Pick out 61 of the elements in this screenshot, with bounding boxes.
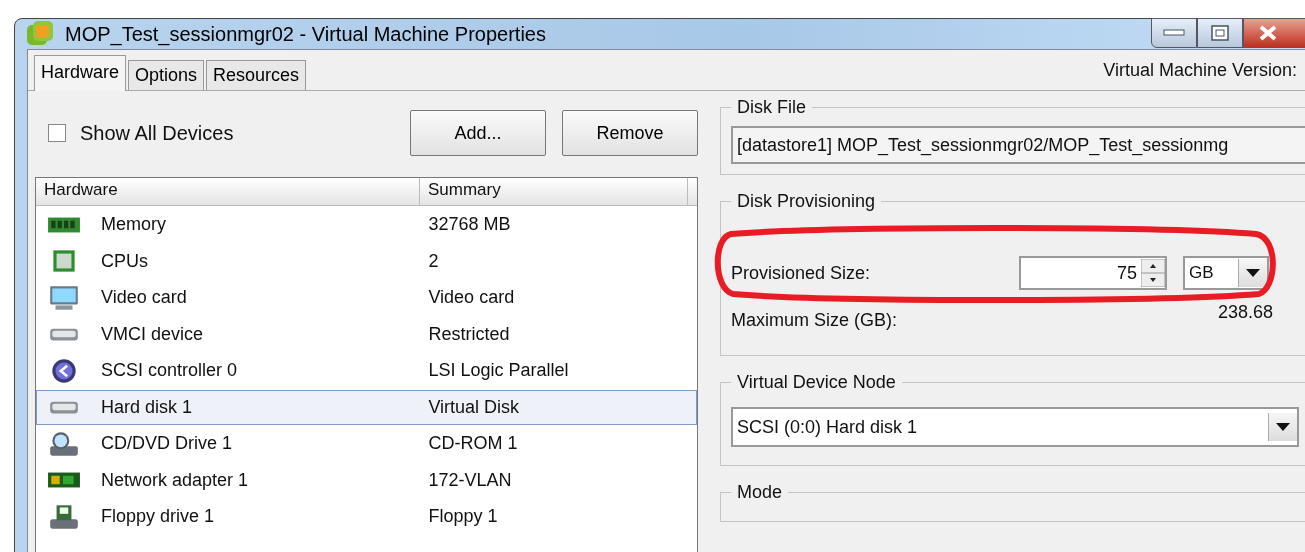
- add-button[interactable]: Add...: [410, 110, 546, 156]
- table-row[interactable]: SCSI controller 0 LSI Logic Parallel: [36, 353, 697, 389]
- table-row[interactable]: Hard disk 1 Virtual Disk: [36, 389, 697, 425]
- group-title: Mode: [736, 482, 784, 503]
- table-cell-text: Virtual Disk: [427, 396, 521, 418]
- caret-icon: [1276, 423, 1290, 431]
- table-cell-text: 32768 MB: [427, 214, 512, 236]
- table-row[interactable]: Network adapter 1 172-VLAN: [36, 462, 697, 498]
- table-cell: Floppy drive 1: [101, 506, 215, 528]
- table-cell-text: Restricted: [427, 323, 511, 345]
- table-cell-text: Floppy 1: [427, 506, 499, 528]
- table-row[interactable]: VMCI device Restricted: [36, 316, 697, 352]
- minimize-icon: [1163, 29, 1185, 37]
- table-cell: SCSI controller 0: [101, 360, 238, 382]
- group-title: Virtual Device Node: [736, 372, 897, 393]
- tab[interactable]: Options: [128, 60, 205, 90]
- maximize-icon: [1211, 25, 1229, 41]
- table-cell-text: CD-ROM 1: [427, 433, 519, 455]
- size-spinbox[interactable]: 75: [1019, 256, 1167, 290]
- table-cell-text: 172-VLAN: [427, 469, 513, 491]
- table-cell-text: Video card: [427, 287, 516, 309]
- field-label: Maximum Size (GB):: [731, 310, 898, 331]
- table-cell: Network adapter 1: [101, 469, 249, 491]
- close-icon: [1258, 24, 1278, 42]
- table-cell-text: LSI Logic Parallel: [427, 360, 570, 382]
- table-cell: CD/DVD Drive 1: [101, 433, 233, 455]
- spinner-icon[interactable]: [1141, 259, 1165, 287]
- tab[interactable]: Hardware: [34, 55, 127, 91]
- table-row[interactable]: Memory 32768 MB: [36, 207, 697, 243]
- table-row[interactable]: CPUs 2: [36, 243, 697, 279]
- device-node-dropdown[interactable]: SCSI (0:0) Hard disk 1: [731, 407, 1299, 447]
- checkbox-label: Show All Devices: [80, 121, 234, 145]
- group-title: Disk Provisioning: [736, 191, 877, 212]
- table-row[interactable]: Video card Video card: [36, 280, 697, 316]
- minimize-button[interactable]: [1151, 18, 1197, 48]
- column-header[interactable]: Hardware: [36, 178, 420, 205]
- table-row[interactable]: CD/DVD Drive 1 CD-ROM 1: [36, 426, 697, 462]
- table-row[interactable]: Floppy drive 1 Floppy 1: [36, 499, 697, 535]
- version-label: Virtual Machine Version:: [1103, 59, 1297, 81]
- tab[interactable]: Resources: [206, 60, 307, 90]
- table-cell: Memory: [101, 214, 166, 236]
- checkbox[interactable]: [48, 124, 66, 142]
- table-cell: VMCI device: [101, 323, 204, 345]
- field-value: 238.68: [1217, 302, 1273, 324]
- disk-file-field[interactable]: [datastore1] MOP_Test_sessionmgr02/MOP_Test_sessionmg: [731, 126, 1305, 164]
- table-cell: Video card: [101, 287, 187, 309]
- table-cell: CPUs: [101, 250, 148, 272]
- remove-button[interactable]: Remove: [562, 110, 698, 156]
- unit-dropdown[interactable]: GB: [1183, 256, 1269, 290]
- field-label: Provisioned Size:: [731, 262, 871, 284]
- table-cell-text: 2: [427, 250, 440, 272]
- table-cell: Hard disk 1: [101, 396, 193, 418]
- caret-icon: [1246, 269, 1260, 277]
- close-button[interactable]: [1243, 18, 1305, 48]
- group-title: Disk File: [736, 97, 807, 118]
- floppy-icon: [47, 503, 81, 530]
- cdrom-icon: [47, 430, 81, 457]
- maximize-button[interactable]: [1197, 18, 1243, 48]
- column-header[interactable]: Summary: [420, 178, 688, 205]
- video-icon: [47, 284, 81, 311]
- window-title: MOP_Test_sessionmgr02 - Virtual Machine Properties: [65, 22, 546, 46]
